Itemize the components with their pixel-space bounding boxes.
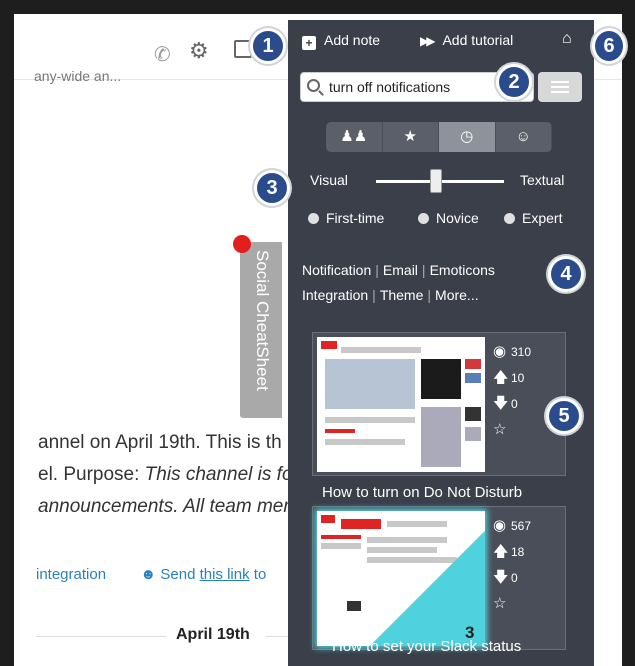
message-line-1-text: annel on April 19th. This is th xyxy=(38,432,282,453)
channel-topic: any-wide an... xyxy=(34,68,122,84)
person-icon: ☻ xyxy=(140,566,157,583)
add-tutorial-button[interactable]: ▶▶ Add tutorial xyxy=(420,32,513,48)
radio-novice-label: Novice xyxy=(436,210,479,226)
category-more[interactable]: More... xyxy=(435,287,479,303)
date-divider-label: April 19th xyxy=(176,626,250,643)
radio-dot xyxy=(504,213,515,224)
send-link-suffix: to xyxy=(249,566,267,583)
add-note-button[interactable]: + Add note xyxy=(302,32,380,50)
radio-dot xyxy=(308,213,319,224)
tutorial-thumbnail-1 xyxy=(317,337,485,472)
category-theme[interactable]: Theme xyxy=(380,287,424,303)
slider-thumb[interactable] xyxy=(430,169,442,193)
send-link-prefix: Send xyxy=(160,566,200,583)
slider-left-label: Visual xyxy=(310,172,348,188)
mode-tabs: ♟♟ ★ ◷ ☺ xyxy=(326,122,552,152)
search-icon xyxy=(307,79,320,92)
phone-icon[interactable]: ✆ xyxy=(154,42,171,67)
search-input[interactable] xyxy=(329,76,519,98)
category-links: Notification | Email | Emoticons Integration… xyxy=(302,258,542,308)
upvote-stat[interactable]: 🡅 10 xyxy=(493,365,563,391)
cheatsheet-tab-label: Social CheatSheet xyxy=(253,250,272,391)
arrow-down-icon: 🡇 xyxy=(493,395,509,412)
tutorial-title-2[interactable]: How to set your Slack status xyxy=(332,638,521,655)
user-icon[interactable]: ☺ xyxy=(495,122,552,152)
channel-actions-row: integration ☻ Send this link to xyxy=(36,566,266,583)
category-integration[interactable]: Integration xyxy=(302,287,368,303)
radio-first-time-label: First-time xyxy=(326,210,385,226)
category-row-1: Notification | Email | Emoticons xyxy=(302,262,495,278)
views-stat: ◉ 310 xyxy=(493,339,563,365)
message-line-2-italic: This channel is for t xyxy=(144,464,310,485)
plus-icon: + xyxy=(302,36,316,50)
filter-button[interactable] xyxy=(538,72,582,102)
category-row-2: Integration | Theme | More... xyxy=(302,287,479,303)
arrow-up-icon: 🡅 xyxy=(493,369,509,386)
favorite-star-icon[interactable]: ☆ xyxy=(493,591,563,617)
notification-dot xyxy=(233,235,251,253)
cheatsheet-panel: + Add note ▶▶ Add tutorial ⌂ ♟♟ ★ ◷ ☺ Visu… xyxy=(288,20,594,666)
people-icon[interactable]: ♟♟ xyxy=(326,122,383,152)
views-stat: ◉ 567 xyxy=(493,513,563,539)
home-icon[interactable]: ⌂ xyxy=(562,30,572,48)
integration-link[interactable]: integration xyxy=(36,566,106,583)
views-count: 310 xyxy=(511,345,532,359)
message-line-2-prefix: el. Purpose: xyxy=(38,464,145,485)
eye-icon: ◉ xyxy=(493,343,507,360)
downvote-count: 0 xyxy=(511,397,518,411)
tutorial-card-1[interactable]: ◉ 310 🡅 10 🡇 0 ☆ xyxy=(312,332,566,476)
radio-dot xyxy=(418,213,429,224)
screenshot-stage: { "background_app": { "topic_snippet": "… xyxy=(0,0,635,666)
thumb-logo xyxy=(321,341,337,349)
callout-badge-6: 6 xyxy=(592,28,626,64)
tutorial-title-1[interactable]: How to turn on Do Not Disturb xyxy=(322,484,522,501)
category-email[interactable]: Email xyxy=(383,262,418,278)
radio-novice[interactable]: Novice xyxy=(418,210,479,226)
callout-badge-2: 2 xyxy=(496,64,532,100)
tutorial-thumbnail-2: 3 xyxy=(317,511,485,646)
gear-icon[interactable]: ⚙ xyxy=(189,38,209,64)
radio-expert[interactable]: Expert xyxy=(504,210,562,226)
category-emoticons[interactable]: Emoticons xyxy=(430,262,495,278)
highlight-corner xyxy=(317,511,485,646)
callout-badge-5: 5 xyxy=(546,398,582,434)
eye-icon: ◉ xyxy=(493,517,507,534)
star-icon[interactable]: ★ xyxy=(382,122,439,152)
callout-badge-4: 4 xyxy=(548,256,584,292)
downvote-count: 0 xyxy=(511,571,518,585)
message-line-1: annel on April 19th. This is th xyxy=(38,432,282,454)
fast-forward-icon: ▶▶ xyxy=(420,34,436,48)
callout-badge-3: 3 xyxy=(254,170,290,206)
message-line-3-text: announcements. All team mem xyxy=(38,496,300,517)
views-count: 567 xyxy=(511,519,532,533)
arrow-up-icon: 🡅 xyxy=(493,543,509,560)
upvote-count: 18 xyxy=(511,545,525,559)
radio-expert-label: Expert xyxy=(522,210,563,226)
divider-line-left xyxy=(36,636,166,637)
category-notification[interactable]: Notification xyxy=(302,262,371,278)
clock-icon[interactable]: ◷ xyxy=(439,122,496,152)
upvote-count: 10 xyxy=(511,371,525,385)
sliders-icon xyxy=(551,81,569,93)
slider-right-label: Textual xyxy=(520,172,565,188)
add-tutorial-label: Add tutorial xyxy=(442,32,514,48)
arrow-down-icon: 🡇 xyxy=(493,569,509,586)
add-note-label: Add note xyxy=(324,32,381,48)
callout-badge-1: 1 xyxy=(250,28,286,64)
send-this-link[interactable]: this link xyxy=(200,566,250,583)
tutorial-stats-2: ◉ 567 🡅 18 🡇 0 ☆ xyxy=(493,513,563,617)
radio-first-time[interactable]: First-time xyxy=(308,210,384,226)
social-cheatsheet-tab[interactable]: Social CheatSheet xyxy=(240,242,282,418)
upvote-stat[interactable]: 🡅 18 xyxy=(493,539,563,565)
date-divider: April 19th xyxy=(36,626,306,646)
message-line-3: announcements. All team mem xyxy=(38,496,299,518)
message-line-2: el. Purpose: This channel is for t xyxy=(38,464,309,486)
tutorial-card-2[interactable]: 3 ◉ 567 🡅 18 🡇 0 ☆ xyxy=(312,506,566,650)
downvote-stat[interactable]: 🡇 0 xyxy=(493,565,563,591)
